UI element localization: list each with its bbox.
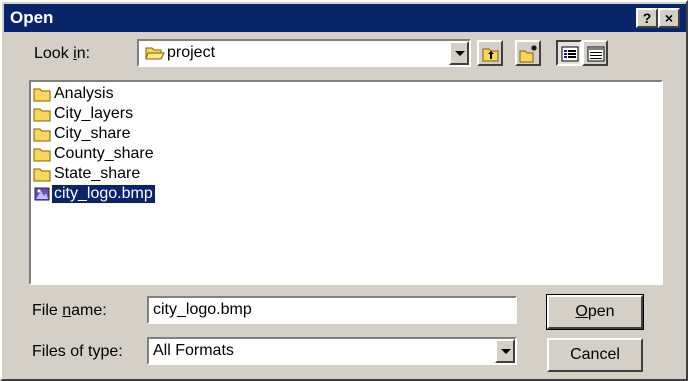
- open-folder-icon: [145, 45, 165, 66]
- window-title: Open: [10, 8, 54, 27]
- list-item-city-logo[interactable]: city_logo.bmp: [33, 184, 156, 204]
- look-in-value: project: [167, 44, 216, 61]
- folder-icon: [33, 108, 51, 122]
- list-item-county-share[interactable]: County_share: [33, 144, 156, 164]
- help-button[interactable]: ?: [636, 8, 658, 28]
- folder-icon: [33, 148, 51, 162]
- up-folder-icon: [482, 48, 499, 62]
- create-new-folder-button[interactable]: [515, 40, 541, 66]
- open-button[interactable]: Open: [546, 294, 644, 330]
- file-name-label: File name:: [32, 302, 107, 319]
- file-type-label: Files of type:: [32, 343, 123, 360]
- file-name-input[interactable]: city_logo.bmp: [147, 296, 517, 324]
- bitmap-file-icon: [34, 187, 50, 201]
- details-view-icon: [587, 46, 605, 62]
- open-dialog: Open ? × Look in: project Analysis City_…: [0, 0, 688, 381]
- folder-icon: [33, 168, 51, 182]
- list-item-city-share[interactable]: City_share: [33, 124, 132, 144]
- folder-icon: [33, 128, 51, 142]
- look-in-dropdown-button[interactable]: [449, 41, 469, 65]
- file-type-dropdown[interactable]: All Formats: [147, 337, 517, 365]
- title-bar[interactable]: Open ? ×: [4, 4, 686, 32]
- close-button[interactable]: ×: [658, 8, 680, 28]
- new-folder-icon: [519, 45, 537, 63]
- file-list[interactable]: Analysis City_layers City_share County_s…: [29, 80, 663, 285]
- list-item-analysis[interactable]: Analysis: [33, 84, 116, 104]
- look-in-dropdown[interactable]: project: [137, 39, 471, 67]
- cancel-button[interactable]: Cancel: [547, 338, 643, 372]
- look-in-label: Look in:: [34, 45, 91, 62]
- file-type-dropdown-button[interactable]: [495, 339, 515, 363]
- list-item-city-layers[interactable]: City_layers: [33, 104, 135, 124]
- list-view-button[interactable]: [556, 40, 582, 66]
- folder-icon: [33, 88, 51, 102]
- list-view-icon: [561, 46, 579, 62]
- up-one-level-button[interactable]: [477, 40, 503, 66]
- details-view-button[interactable]: [582, 40, 608, 66]
- list-item-state-share[interactable]: State_share: [33, 164, 142, 184]
